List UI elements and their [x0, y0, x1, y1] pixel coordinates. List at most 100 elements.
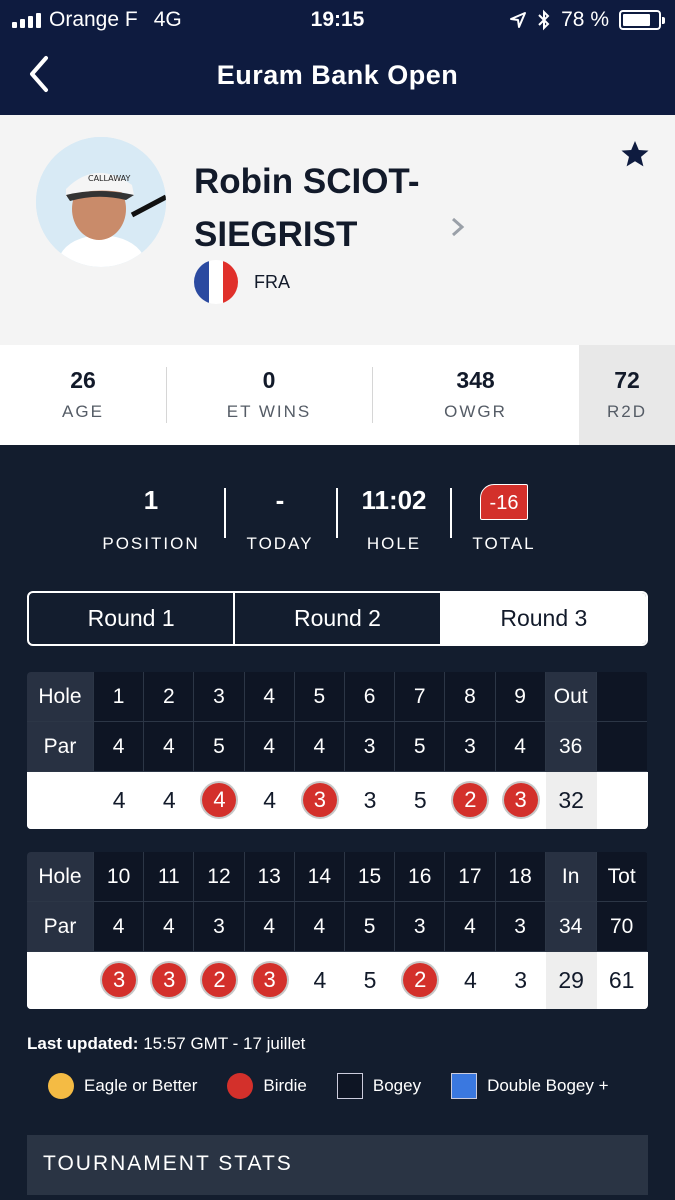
- status-bar: Orange F 4G 19:15 78 %: [0, 0, 675, 38]
- score-label-empty: [27, 772, 94, 829]
- stat-age: 26 AGE: [0, 345, 166, 445]
- legend-circle-icon: [48, 1073, 74, 1099]
- stat-value: 72: [614, 367, 640, 393]
- par-value: 4: [244, 902, 295, 952]
- par-sum: 36: [545, 722, 597, 772]
- battery-percent: 78 %: [561, 8, 609, 31]
- score-cell: 5: [344, 952, 396, 1009]
- par-value: 3: [445, 722, 496, 772]
- hole-number: 4: [244, 672, 295, 722]
- legend-label: Bogey: [372, 1076, 422, 1095]
- hole-number: 3: [194, 672, 245, 722]
- svg-text:CALLAWAY: CALLAWAY: [88, 174, 131, 183]
- score-cell: 2: [194, 952, 245, 1009]
- par-value: 4: [94, 902, 145, 952]
- tab-round-3[interactable]: Round 3: [439, 593, 646, 644]
- stat-et-wins: 0 ET WINS: [166, 345, 372, 445]
- favorite-star-icon[interactable]: [620, 139, 650, 169]
- score-cell: 2: [445, 772, 496, 829]
- hole-total-label: Tot: [596, 852, 647, 902]
- par-label: Par: [27, 722, 94, 772]
- score-sum: 32: [545, 772, 597, 829]
- score-cell: 5: [395, 772, 446, 829]
- summary-label: POSITION: [102, 534, 200, 553]
- divider: [450, 488, 452, 538]
- tournament-stats-header[interactable]: TOURNAMENT STATS: [27, 1135, 648, 1195]
- stat-value: 26: [70, 367, 96, 393]
- summary-position: 1 POSITION: [90, 470, 212, 554]
- hole-number: 13: [244, 852, 295, 902]
- divider: [336, 488, 338, 538]
- birdie-score: 2: [453, 782, 488, 817]
- last-updated-value: 15:57 GMT - 17 juillet: [143, 1034, 306, 1053]
- scorecard-front-nine: Hole 1 2 3 4 5 6 7 8 9 Out Par 4 4 5 4 4 3 5 3 4 36 4 4 4 4 3 3 5 2 3 3…: [27, 672, 648, 829]
- stat-label: ET WINS: [226, 402, 312, 421]
- summary-label: TOTAL: [472, 534, 536, 553]
- score-cell: 4: [244, 772, 295, 829]
- stat-value: 0: [262, 367, 276, 393]
- score-cell: 3: [495, 772, 546, 829]
- tab-round-1[interactable]: Round 1: [29, 593, 233, 644]
- stat-label: AGE: [62, 402, 104, 421]
- hole-number: 12: [194, 852, 245, 902]
- legend-square-icon: [336, 1073, 363, 1099]
- hole-number: 14: [294, 852, 345, 902]
- par-value: 3: [344, 722, 396, 772]
- score-cell: 2: [395, 952, 446, 1009]
- player-stats: 26 AGE 0 ET WINS 348 OWGR 72 R2D: [0, 345, 675, 445]
- player-name[interactable]: Robin SCIOT-SIEGRIST: [194, 155, 454, 261]
- hole-number: 5: [294, 672, 345, 722]
- par-value: 5: [395, 722, 446, 772]
- par-value: 3: [495, 902, 546, 952]
- score-cell: 4: [294, 952, 345, 1009]
- tab-round-2[interactable]: Round 2: [233, 593, 439, 644]
- score-cell: 3: [294, 772, 345, 829]
- legend-label: Double Bogey +: [487, 1076, 609, 1095]
- hole-number: 2: [144, 672, 195, 722]
- hole-row: Hole 1 2 3 4 5 6 7 8 9 Out: [27, 672, 648, 722]
- player-photo: CALLAWAY: [36, 137, 166, 267]
- legend-label: Eagle or Better: [84, 1076, 198, 1095]
- hole-number: 11: [144, 852, 195, 902]
- summary-value: 1: [143, 485, 159, 515]
- summary-label: HOLE: [366, 534, 422, 553]
- birdie-score: 3: [252, 962, 287, 997]
- birdie-score: 3: [102, 962, 137, 997]
- par-value: 5: [344, 902, 396, 952]
- chevron-right-icon[interactable]: [448, 215, 468, 239]
- round-tabs: Round 1 Round 2 Round 3: [27, 591, 648, 646]
- legend-item: Bogey: [336, 1073, 422, 1099]
- score-row: 4 4 4 4 3 3 5 2 3 32: [27, 772, 648, 829]
- par-value: 4: [144, 902, 195, 952]
- battery-icon: [619, 10, 665, 30]
- birdie-score: 2: [403, 962, 438, 997]
- hole-row: Hole 10 11 12 13 14 15 16 17 18 In Tot: [27, 852, 648, 902]
- stat-label: R2D: [606, 402, 647, 421]
- country-code: FRA: [254, 272, 290, 292]
- par-value: 4: [495, 722, 546, 772]
- birdie-score: 2: [202, 962, 237, 997]
- stat-r2d[interactable]: 72 R2D: [579, 345, 675, 445]
- legend-item: Birdie: [227, 1073, 307, 1099]
- score-grand-total: 61: [596, 952, 647, 1009]
- hole-number: 9: [495, 672, 546, 722]
- summary-total: -16 TOTAL: [464, 470, 544, 554]
- tournament-stats-label: TOURNAMENT STATS: [43, 1152, 293, 1175]
- summary-value: -: [275, 485, 285, 515]
- battery-fill: [623, 14, 650, 26]
- legend-item: Eagle or Better: [48, 1073, 197, 1099]
- hole-label: Hole: [27, 672, 94, 722]
- score-sum: 29: [545, 952, 597, 1009]
- par-value: 5: [194, 722, 245, 772]
- stat-owgr: 348 OWGR: [372, 345, 579, 445]
- hole-number: 8: [445, 672, 496, 722]
- score-cell: 4: [445, 952, 496, 1009]
- france-flag-icon: [194, 260, 238, 304]
- par-value: 3: [395, 902, 446, 952]
- par-value: 4: [294, 722, 345, 772]
- score-cell: 4: [194, 772, 245, 829]
- summary-value: -16: [464, 470, 544, 530]
- par-sum: 34: [545, 902, 597, 952]
- scorecard-back-nine: Hole 10 11 12 13 14 15 16 17 18 In Tot Par 4 4 3 4 4 5 3 4 3 3…: [27, 852, 648, 1009]
- score-grand-total: [596, 772, 647, 829]
